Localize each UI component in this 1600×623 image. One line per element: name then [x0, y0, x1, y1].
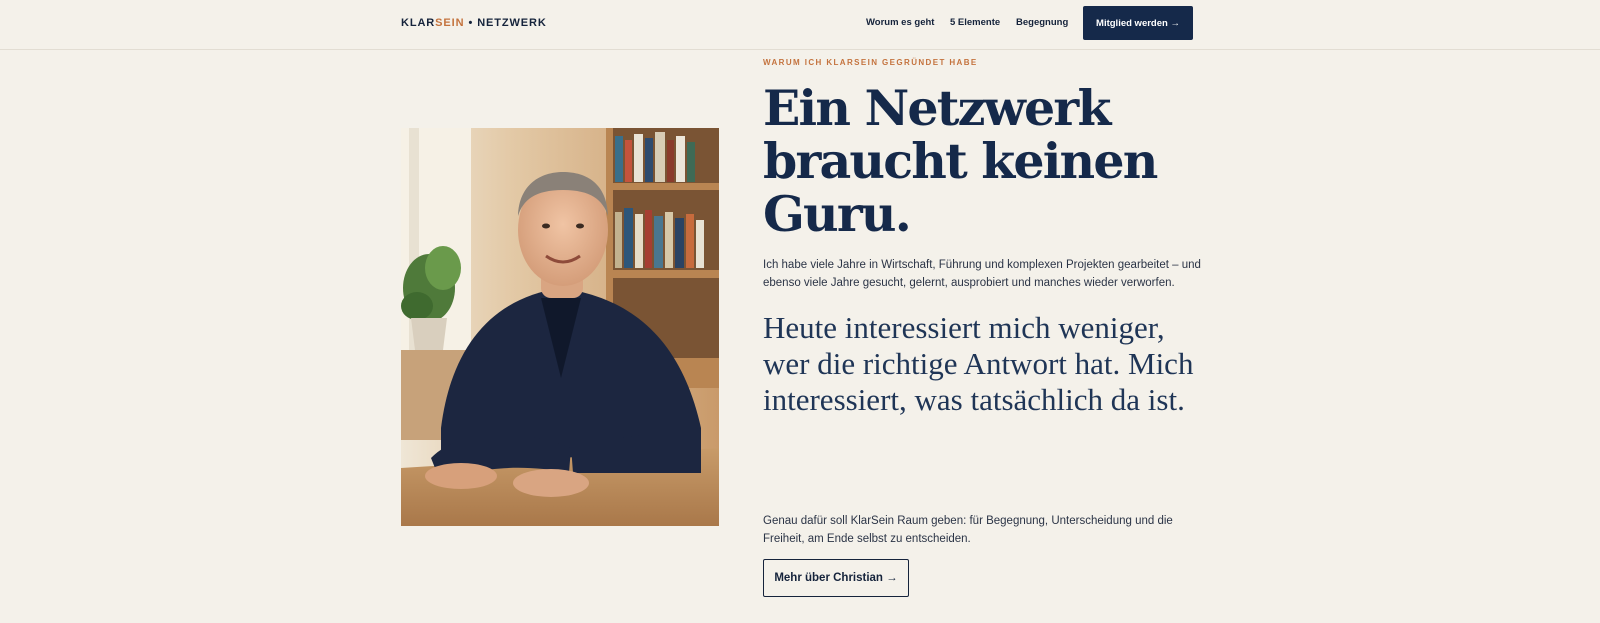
hero-eyebrow: WARUM ICH KLARSEIN GEGRÜNDET HABE — [763, 58, 978, 67]
about-christian-button[interactable]: Mehr über Christian → — [763, 559, 909, 597]
portrait-photo — [401, 128, 719, 526]
join-button[interactable]: Mitglied werden → — [1083, 6, 1193, 40]
nav-link-worum-es-geht[interactable]: Worum es geht — [866, 17, 934, 28]
nav-link-begegnung[interactable]: Begegnung — [1016, 17, 1068, 28]
hero-closing-paragraph: Genau dafür soll KlarSein Raum geben: fü… — [763, 515, 1173, 545]
nav-link-5-elemente[interactable]: 5 Elemente — [950, 17, 1000, 28]
hero-headline: Ein Netzwerk braucht keinen Guru. — [763, 79, 1158, 243]
main-nav: Worum es geht 5 Elemente Begegnung — [0, 17, 1600, 33]
hero-intro-paragraph: Ich habe viele Jahre in Wirtschaft, Führ… — [763, 259, 1201, 289]
hero-quote: Heute interessiert mich weniger, wer die… — [763, 310, 1194, 417]
site-header: KLARSEIN • NETZWERK Worum es geht 5 Elemen… — [0, 0, 1600, 50]
